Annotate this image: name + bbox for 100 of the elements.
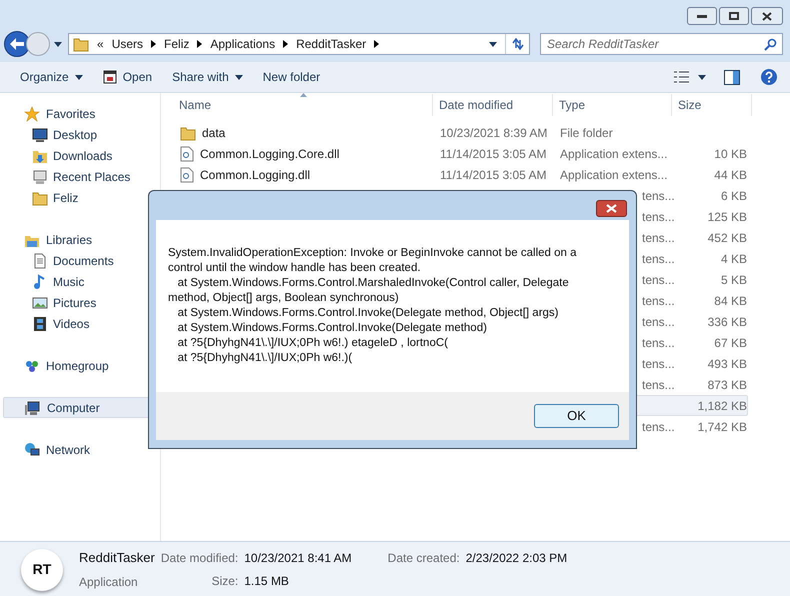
breadcrumb[interactable]: RedditTasker bbox=[296, 35, 366, 53]
search-icon bbox=[764, 38, 777, 51]
file-size: 873 KB bbox=[708, 376, 747, 394]
field-label: Date created: bbox=[388, 550, 460, 567]
breadcrumb[interactable]: Users bbox=[112, 35, 144, 53]
window-icon bbox=[102, 70, 117, 84]
folder-icon bbox=[32, 190, 48, 206]
file-type: tens... bbox=[642, 272, 675, 288]
close-button[interactable] bbox=[751, 7, 783, 25]
nav-item[interactable]: Recent Places bbox=[3, 166, 157, 187]
minimize-button[interactable] bbox=[687, 7, 717, 25]
help-icon[interactable] bbox=[760, 68, 778, 86]
nav-item[interactable]: Videos bbox=[3, 313, 157, 334]
chevron-right-icon bbox=[197, 40, 202, 48]
caret-down-icon bbox=[234, 74, 243, 80]
error-message-line: System.InvalidOperationException: Invoke or BeginInvoke cannot be called on a bbox=[168, 246, 578, 261]
list-view-icon bbox=[674, 71, 690, 83]
date-modified: 11/14/2015 3:05 AM bbox=[440, 168, 547, 182]
view-options-button[interactable] bbox=[674, 71, 706, 83]
error-message-line: at System.Windows.Forms.Control.Invoke(Delegate method) bbox=[176, 321, 488, 336]
ok-button[interactable]: OK bbox=[534, 404, 619, 428]
path-overflow[interactable]: « bbox=[97, 35, 104, 53]
file-type: tens... bbox=[642, 334, 675, 352]
nav-item[interactable]: Documents bbox=[3, 250, 157, 271]
address-dropdown-icon bbox=[489, 42, 497, 46]
file-row[interactable]: Common.Logging.Core.dll 11/14/2015 3:05 AM Application extens... 10 KB bbox=[173, 143, 748, 164]
search-field[interactable]: Search RedditTasker bbox=[540, 33, 783, 55]
close-button[interactable] bbox=[596, 200, 627, 217]
toolbar-button[interactable]: New folder bbox=[252, 65, 330, 89]
file-name: RedditTasker bbox=[79, 549, 155, 568]
file-size: 452 KB bbox=[708, 230, 747, 246]
file-type: Application extens... bbox=[560, 166, 668, 184]
error-message-line: at ?5{DhyhgN41\.\]/IUX;0Ph w6!.)( bbox=[176, 351, 354, 366]
date-modified: 11/14/2015 3:05 AM bbox=[440, 146, 547, 160]
folder-icon bbox=[73, 36, 89, 52]
file-type: tens... bbox=[642, 356, 675, 372]
error-message-line: at ?5{DhyhgN41\.\]/IUX;0Ph w6!.) etageleD , lortnoC( bbox=[176, 336, 449, 351]
refresh-icon bbox=[510, 38, 524, 50]
nav-section[interactable]: Favorites bbox=[3, 103, 157, 124]
network-icon bbox=[24, 442, 40, 458]
toolbar-button[interactable]: Organize bbox=[10, 65, 93, 89]
file-size: 1,742 KB bbox=[698, 418, 747, 436]
error-message-line: at System.Windows.Forms.Control.MarshaledInvoke(Control caller, Delegate bbox=[176, 276, 570, 291]
close-icon bbox=[606, 204, 617, 213]
file-type: tens... bbox=[642, 208, 675, 226]
chevron-right-icon bbox=[283, 40, 288, 48]
file-type: tens... bbox=[642, 188, 675, 204]
file-name: Common.Logging.dll bbox=[200, 166, 310, 184]
nav-section[interactable]: Homegroup bbox=[3, 355, 157, 376]
breadcrumb[interactable]: Feliz bbox=[164, 35, 190, 53]
arrow-left-icon bbox=[10, 38, 24, 50]
file-size: 1,182 KB bbox=[698, 398, 747, 414]
maximize-button[interactable] bbox=[719, 7, 749, 25]
date-modified: 10/23/2021 8:39 AM bbox=[440, 126, 548, 140]
nav-item[interactable]: Pictures bbox=[3, 292, 157, 313]
file-type: tens... bbox=[642, 376, 675, 394]
file-size: 44 KB bbox=[714, 166, 747, 184]
field-value: 1.15 MB bbox=[244, 573, 290, 590]
toolbar-button[interactable]: Open bbox=[92, 65, 162, 89]
file-type: tens... bbox=[642, 314, 675, 330]
file-row[interactable]: data 10/23/2021 8:39 AM File folder bbox=[173, 122, 748, 143]
nav-item[interactable]: Desktop bbox=[3, 124, 157, 145]
file-size: 4 KB bbox=[720, 250, 747, 268]
folder-icon bbox=[180, 124, 196, 140]
file-row[interactable]: Common.Logging.dll 11/14/2015 3:05 AM Application extens... 44 KB bbox=[173, 164, 748, 185]
file-name: Common.Logging.Core.dll bbox=[200, 146, 340, 162]
file-size: 84 KB bbox=[714, 292, 747, 310]
film-icon bbox=[32, 316, 48, 332]
nav-item[interactable]: Downloads bbox=[3, 145, 157, 166]
error-message-line: control until the window handle has been created. bbox=[168, 261, 422, 276]
computer-icon bbox=[25, 400, 41, 416]
column-header[interactable]: Size bbox=[672, 94, 752, 116]
file-size: 493 KB bbox=[708, 356, 747, 372]
caret-down-icon bbox=[74, 74, 83, 80]
file-name: data bbox=[202, 124, 226, 142]
file-type: Application bbox=[79, 574, 139, 591]
file-type: tens... bbox=[642, 418, 675, 436]
forward-button[interactable] bbox=[26, 32, 50, 56]
breadcrumb[interactable]: Applications bbox=[210, 35, 276, 53]
chevron-right-icon bbox=[151, 40, 156, 48]
nav-section[interactable]: Libraries bbox=[3, 229, 157, 250]
nav-section[interactable]: Network bbox=[3, 439, 157, 460]
column-header[interactable]: Type bbox=[553, 94, 672, 116]
back-button[interactable] bbox=[4, 31, 30, 57]
caret-down-icon bbox=[698, 74, 706, 80]
file-type: tens... bbox=[642, 292, 675, 310]
nav-item[interactable]: Music bbox=[3, 271, 157, 292]
toolbar-button[interactable]: Share with bbox=[162, 65, 253, 89]
nav-item[interactable]: Feliz bbox=[3, 187, 157, 208]
file-size: 5 KB bbox=[720, 272, 747, 288]
recent-places-icon bbox=[32, 168, 48, 184]
address-bar[interactable]: « Users Feliz Applications RedditTasker bbox=[68, 33, 530, 55]
star-icon bbox=[24, 106, 40, 122]
field-value: 2/23/2022 2:03 PM bbox=[466, 550, 568, 567]
preview-pane-icon[interactable] bbox=[724, 70, 740, 84]
column-header[interactable]: Date modified bbox=[433, 94, 553, 116]
close-icon bbox=[762, 12, 772, 20]
file-type: Application extens... bbox=[560, 146, 668, 162]
app-icon: RT bbox=[21, 548, 63, 590]
file-size: 67 KB bbox=[714, 334, 747, 352]
